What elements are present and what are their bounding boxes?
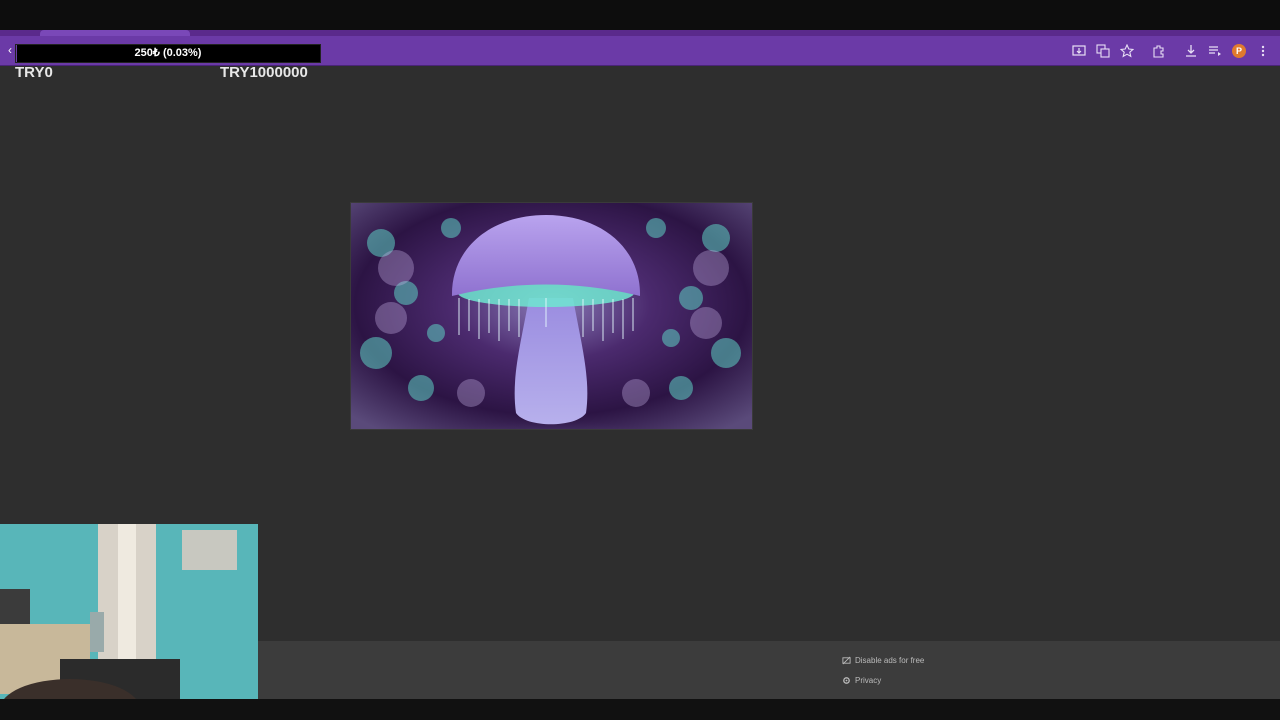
min-value-label: TRY0: [15, 64, 53, 81]
privacy-link[interactable]: Privacy: [842, 676, 881, 685]
more-menu-icon[interactable]: [1252, 40, 1274, 62]
extensions-icon[interactable]: [1148, 40, 1170, 62]
progress-text: 250₺ (0.03%): [134, 47, 202, 59]
disable-ads-link[interactable]: Disable ads for free: [842, 656, 924, 665]
privacy-label: Privacy: [855, 676, 882, 685]
download-icon[interactable]: [1180, 40, 1202, 62]
progress-bar: 250₺ (0.03%): [15, 44, 321, 63]
disable-ads-label: Disable ads for free: [855, 656, 925, 665]
mushroom-artwork[interactable]: [350, 202, 753, 430]
max-value-label: TRY1000000: [220, 64, 308, 81]
gear-icon: [843, 677, 850, 684]
bottom-bar: [0, 699, 1280, 720]
no-ads-icon: [842, 656, 851, 665]
toolbar-icons: P: [1066, 36, 1274, 65]
install-app-icon[interactable]: [1068, 40, 1090, 62]
profile-avatar[interactable]: P: [1228, 40, 1250, 62]
bookmark-star-icon[interactable]: [1116, 40, 1138, 62]
media-control-icon[interactable]: [1204, 40, 1226, 62]
ad-footer: Disable ads for free Privacy: [258, 641, 1280, 699]
window-top-bar: [0, 0, 1280, 33]
profile-initial: P: [1232, 43, 1246, 58]
webcam-overlay: [0, 524, 258, 720]
translate-icon[interactable]: [1092, 40, 1114, 62]
